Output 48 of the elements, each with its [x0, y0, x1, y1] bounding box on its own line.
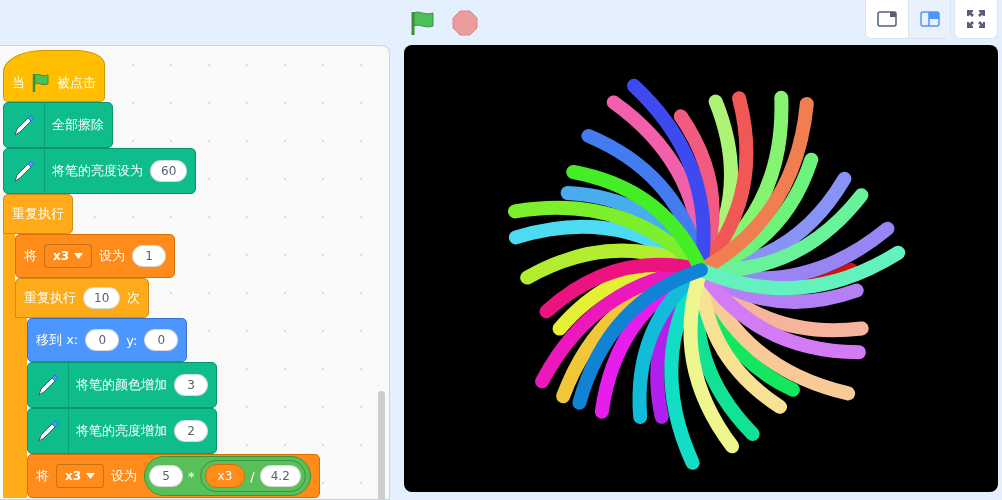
number-input[interactable]: 5: [149, 465, 184, 487]
caret-icon: [74, 253, 84, 259]
scrollbar[interactable]: [378, 391, 385, 499]
flag-icon[interactable]: [410, 9, 436, 36]
block-label: 重复执行: [12, 205, 64, 223]
number-input[interactable]: 0: [85, 329, 120, 351]
operator-reporter[interactable]: 5 * x3 / 4.2: [144, 456, 311, 496]
block-label: y:: [126, 332, 138, 348]
small-stage-icon: [877, 11, 897, 27]
block-label: 设为: [111, 467, 138, 485]
data-block[interactable]: 将 x3 设为 1: [15, 234, 176, 278]
block-label: 将笔的颜色增加: [76, 376, 167, 394]
pen-icon: [11, 158, 37, 184]
block-label: 将笔的亮度增加: [76, 422, 167, 440]
block-label: 重复执行: [24, 289, 76, 307]
operator-reporter[interactable]: x3 / 4.2: [199, 460, 306, 492]
block-label: 被点击: [57, 74, 96, 92]
pen-icon: [35, 418, 61, 444]
block-label: /: [250, 468, 255, 484]
large-stage-icon: [919, 11, 940, 27]
data-block[interactable]: 将 x3 设为 5 * x3 / 4.2: [27, 454, 320, 498]
number-input[interactable]: 60: [150, 160, 188, 182]
pen-block[interactable]: 将笔的亮度增加 2: [27, 408, 217, 454]
block-label: 将: [36, 467, 49, 485]
number-input[interactable]: 4.2: [259, 465, 301, 487]
flag-icon: [32, 73, 50, 93]
stop-icon[interactable]: [452, 9, 478, 36]
number-input[interactable]: 10: [83, 287, 121, 309]
number-input[interactable]: 0: [144, 329, 179, 351]
number-input[interactable]: 2: [174, 420, 208, 442]
block-label: 将: [24, 247, 37, 265]
caret-icon: [86, 473, 96, 479]
block-label: 将笔的亮度设为: [52, 162, 143, 180]
pen-icon: [35, 372, 61, 398]
block-label: 设为: [99, 247, 126, 265]
pen-block[interactable]: 将笔的亮度设为 60: [3, 148, 197, 194]
motion-block[interactable]: 移到 x: 0 y: 0: [27, 318, 188, 362]
number-input[interactable]: 3: [174, 374, 208, 396]
block-label: *: [188, 468, 195, 484]
number-input[interactable]: 1: [132, 245, 167, 267]
block-label: 当: [12, 74, 25, 92]
fullscreen-icon: [967, 10, 985, 28]
block-label: 移到 x:: [36, 331, 79, 349]
pen-block[interactable]: 将笔的颜色增加 3: [27, 362, 217, 408]
repeat-block[interactable]: 重复执行 10 次: [15, 278, 150, 318]
block-label: 次: [127, 289, 141, 307]
pen-icon: [11, 112, 37, 138]
block-label: 全部擦除: [52, 116, 104, 134]
